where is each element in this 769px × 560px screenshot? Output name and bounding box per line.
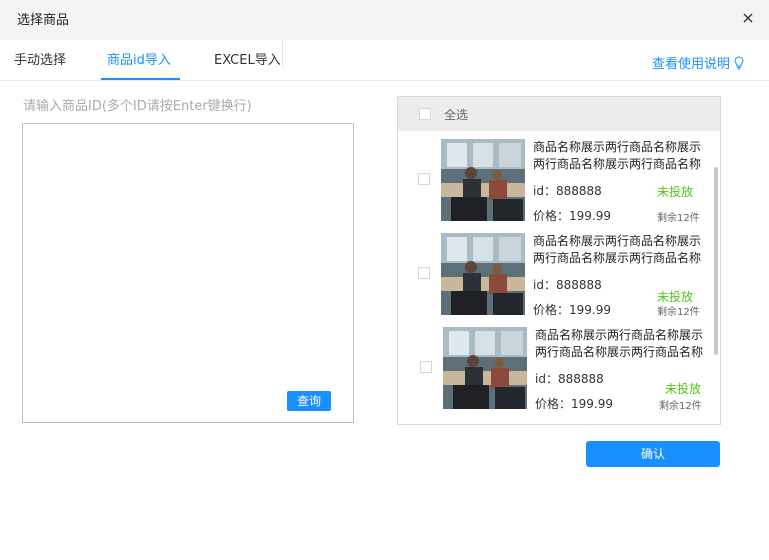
product-stock: 剩余12件 — [659, 401, 702, 412]
product-price: 价格：199.99 — [533, 303, 611, 317]
product-price: 价格：199.99 — [533, 209, 611, 223]
product-id: id：888888 — [535, 372, 604, 386]
product-name: 商品名称展示两行商品名称展示 两行商品名称展示两行商品名称 — [533, 139, 703, 173]
product-name: 商品名称展示两行商品名称展示 两行商品名称展示两行商品名称 — [535, 327, 705, 361]
id-input-box[interactable] — [22, 123, 354, 423]
list-scrollbar[interactable] — [714, 167, 718, 355]
product-stock: 剩余12件 — [657, 307, 700, 318]
dialog-title: 选择商品 — [17, 13, 70, 28]
product-name: 商品名称展示两行商品名称展示 两行商品名称展示两行商品名称 — [533, 233, 703, 267]
lightbulb-icon — [734, 55, 744, 69]
status-badge: 未投放 — [665, 382, 702, 396]
product-name-line: 两行商品名称展示两行商品名称 — [535, 345, 704, 359]
tab-excel-import[interactable]: EXCEL导入 — [214, 40, 281, 80]
product-price: 价格：199.99 — [535, 397, 613, 411]
product-checkbox[interactable] — [418, 173, 430, 185]
tab-manual-select[interactable]: 手动选择 — [14, 40, 66, 80]
select-all-checkbox[interactable] — [419, 108, 431, 120]
product-thumbnail — [443, 327, 527, 409]
confirm-button[interactable]: 确认 — [586, 441, 720, 467]
import-hint: 请输入商品ID(多个ID请按Enter键换行) — [23, 99, 252, 114]
id-input-textarea[interactable] — [23, 124, 353, 422]
product-name-line: 商品名称展示两行商品名称展示 — [533, 234, 702, 248]
product-list-header: 全选 — [398, 97, 720, 131]
product-item: 商品名称展示两行商品名称展示 两行商品名称展示两行商品名称 id：888888 … — [398, 233, 708, 327]
tab-divider — [282, 40, 283, 68]
query-button[interactable]: 查询 — [287, 391, 331, 411]
close-icon[interactable] — [741, 11, 755, 25]
product-list-panel: 全选 商品名称展示两行商品名称展示 两行商品名称展示两行商品名称 id：8888… — [397, 96, 721, 425]
product-item: 商品名称展示两行商品名称展示 两行商品名称展示两行商品名称 id：888888 … — [398, 327, 708, 421]
dialog-header: 选择商品 — [0, 0, 769, 40]
product-thumbnail — [441, 139, 525, 221]
product-name-line: 商品名称展示两行商品名称展示 — [535, 328, 704, 342]
product-thumbnail — [441, 233, 525, 315]
product-checkbox[interactable] — [420, 361, 432, 373]
product-id: id：888888 — [533, 184, 602, 198]
product-name-line: 两行商品名称展示两行商品名称 — [533, 251, 702, 265]
tab-id-import[interactable]: 商品id导入 — [101, 40, 180, 80]
help-link-label[interactable]: 查看使用说明 — [652, 53, 730, 72]
product-checkbox[interactable] — [418, 267, 430, 279]
help-link[interactable]: 查看使用说明 — [652, 53, 744, 72]
product-item: 商品名称展示两行商品名称展示 两行商品名称展示两行商品名称 id：888888 … — [398, 139, 708, 233]
product-id: id：888888 — [533, 278, 602, 292]
select-all-label: 全选 — [444, 108, 469, 122]
status-badge: 未投放 — [657, 185, 694, 199]
product-name-line: 两行商品名称展示两行商品名称 — [533, 157, 702, 171]
product-name-line: 商品名称展示两行商品名称展示 — [533, 140, 702, 154]
product-stock: 剩余12件 — [657, 213, 700, 224]
